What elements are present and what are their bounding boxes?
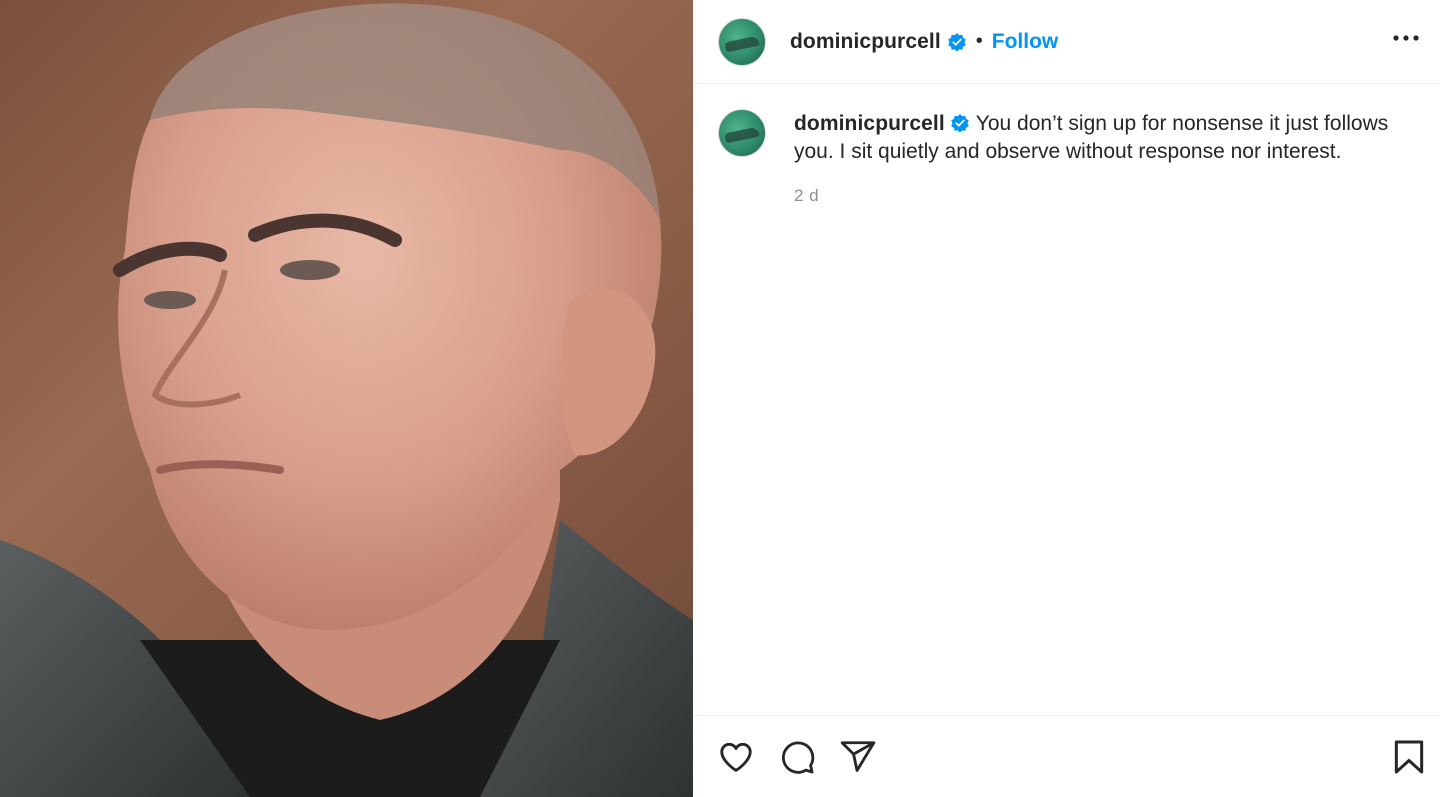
post-panel: dominicpurcell • Follow dominicpurcell Y…	[693, 0, 1440, 797]
caption-username[interactable]: dominicpurcell	[794, 112, 945, 135]
follow-button[interactable]: Follow	[992, 30, 1059, 54]
separator-dot: •	[975, 30, 983, 52]
post-caption: dominicpurcell You don’t sign up for non…	[718, 109, 1418, 206]
header-username[interactable]: dominicpurcell	[790, 30, 941, 54]
verified-badge-icon	[947, 32, 966, 51]
instagram-post: dominicpurcell • Follow dominicpurcell Y…	[0, 0, 1440, 797]
more-options-icon[interactable]	[1392, 26, 1420, 50]
heart-icon[interactable]	[717, 738, 755, 776]
share-icon[interactable]	[839, 738, 877, 776]
post-timestamp[interactable]: 2 d	[794, 186, 1394, 206]
avatar[interactable]	[718, 17, 766, 66]
caption-text: dominicpurcell You don’t sign up for non…	[794, 110, 1394, 166]
bookmark-icon[interactable]	[1390, 738, 1428, 776]
action-bar	[693, 715, 1440, 797]
post-header: dominicpurcell • Follow	[693, 0, 1440, 84]
portrait-illustration	[0, 3, 693, 797]
caption-body: dominicpurcell You don’t sign up for non…	[794, 109, 1394, 206]
comment-icon[interactable]	[778, 738, 816, 776]
caption-avatar[interactable]	[718, 109, 766, 157]
post-photo[interactable]	[0, 0, 693, 797]
verified-badge-icon	[950, 114, 969, 133]
